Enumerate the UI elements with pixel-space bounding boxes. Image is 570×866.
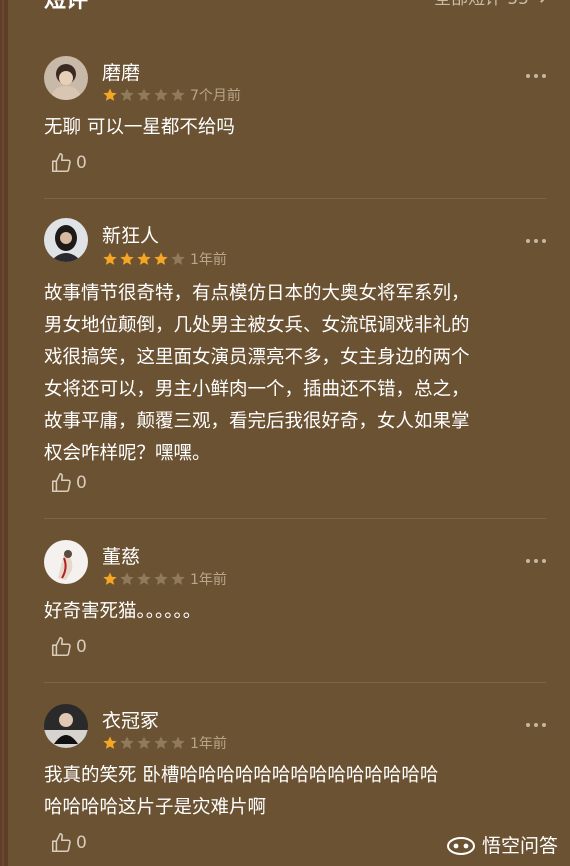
like-button[interactable]: 0 <box>50 472 87 494</box>
review-content: 无聊 可以一星都不给吗 <box>44 117 235 138</box>
star-filled-icon <box>103 252 117 265</box>
star-empty-icon <box>171 252 185 265</box>
avatar[interactable] <box>44 218 88 262</box>
like-count: 0 <box>76 153 87 173</box>
review-time: 1年前 <box>190 252 227 268</box>
left-edge <box>0 0 8 866</box>
thumbs-up-icon <box>51 473 71 493</box>
review-meta: 1年前 <box>102 733 227 753</box>
thumbs-up-icon <box>51 833 71 853</box>
more-icon[interactable] <box>526 723 546 727</box>
watermark: 悟空问答 <box>446 831 558 858</box>
all-reviews-label: 全部短评 55 <box>434 0 529 9</box>
more-icon[interactable] <box>526 239 546 243</box>
review-meta: 7个月前 <box>102 85 241 105</box>
more-icon[interactable] <box>526 74 546 78</box>
author-name[interactable]: 衣冠冢 <box>102 706 159 733</box>
like-count: 0 <box>76 833 87 853</box>
star-filled-icon <box>120 252 134 265</box>
like-button[interactable]: 0 <box>50 152 87 174</box>
review-content: 我真的笑死 卧槽哈哈哈哈哈哈哈哈哈哈哈哈哈哈 哈哈哈哈这片子是灾难片啊 <box>44 765 439 818</box>
review-content: 故事情节很奇特，有点模仿日本的大奥女将军系列， 男女地位颠倒，几处男主被女兵、女… <box>44 283 470 464</box>
star-empty-icon <box>137 736 151 749</box>
rating-stars <box>102 87 186 103</box>
star-empty-icon <box>120 572 134 585</box>
thumbs-up-icon <box>51 153 71 173</box>
more-icon[interactable] <box>526 559 546 563</box>
all-reviews-link[interactable]: 全部短评 55 <box>434 0 548 9</box>
chevron-right-icon <box>535 0 548 3</box>
wukong-logo-icon <box>446 836 475 855</box>
review-time: 7个月前 <box>190 88 241 104</box>
like-button[interactable]: 0 <box>50 832 87 854</box>
author-name[interactable]: 董慈 <box>102 542 140 569</box>
review-time: 1年前 <box>190 572 227 588</box>
star-empty-icon <box>171 736 185 749</box>
star-empty-icon <box>120 88 134 101</box>
star-empty-icon <box>171 88 185 101</box>
star-filled-icon <box>137 252 151 265</box>
section-header: 短评 全部短评 55 <box>0 0 570 16</box>
avatar[interactable] <box>44 540 88 584</box>
like-count: 0 <box>76 473 87 493</box>
star-empty-icon <box>171 572 185 585</box>
review-meta: 1年前 <box>102 249 227 269</box>
author-name[interactable]: 新狂人 <box>102 221 159 248</box>
divider <box>44 518 546 519</box>
avatar[interactable] <box>44 704 88 748</box>
star-filled-icon <box>103 88 117 101</box>
star-filled-icon <box>154 252 168 265</box>
review-meta: 1年前 <box>102 569 227 589</box>
star-empty-icon <box>154 572 168 585</box>
star-empty-icon <box>154 88 168 101</box>
star-empty-icon <box>154 736 168 749</box>
star-filled-icon <box>103 736 117 749</box>
rating-stars <box>102 571 186 587</box>
like-count: 0 <box>76 637 87 657</box>
like-button[interactable]: 0 <box>50 636 87 658</box>
star-empty-icon <box>120 736 134 749</box>
watermark-text: 悟空问答 <box>481 835 558 857</box>
rating-stars <box>102 251 186 267</box>
star-empty-icon <box>137 88 151 101</box>
divider <box>44 198 546 199</box>
rating-stars <box>102 735 186 751</box>
star-filled-icon <box>103 572 117 585</box>
divider <box>44 682 546 683</box>
review-time: 1年前 <box>190 736 227 752</box>
section-title: 短评 <box>44 0 89 13</box>
author-name[interactable]: 磨磨 <box>102 58 140 85</box>
star-empty-icon <box>137 572 151 585</box>
thumbs-up-icon <box>51 637 71 657</box>
avatar[interactable] <box>44 56 88 100</box>
review-content: 好奇害死猫。。。。。。 <box>44 601 202 622</box>
